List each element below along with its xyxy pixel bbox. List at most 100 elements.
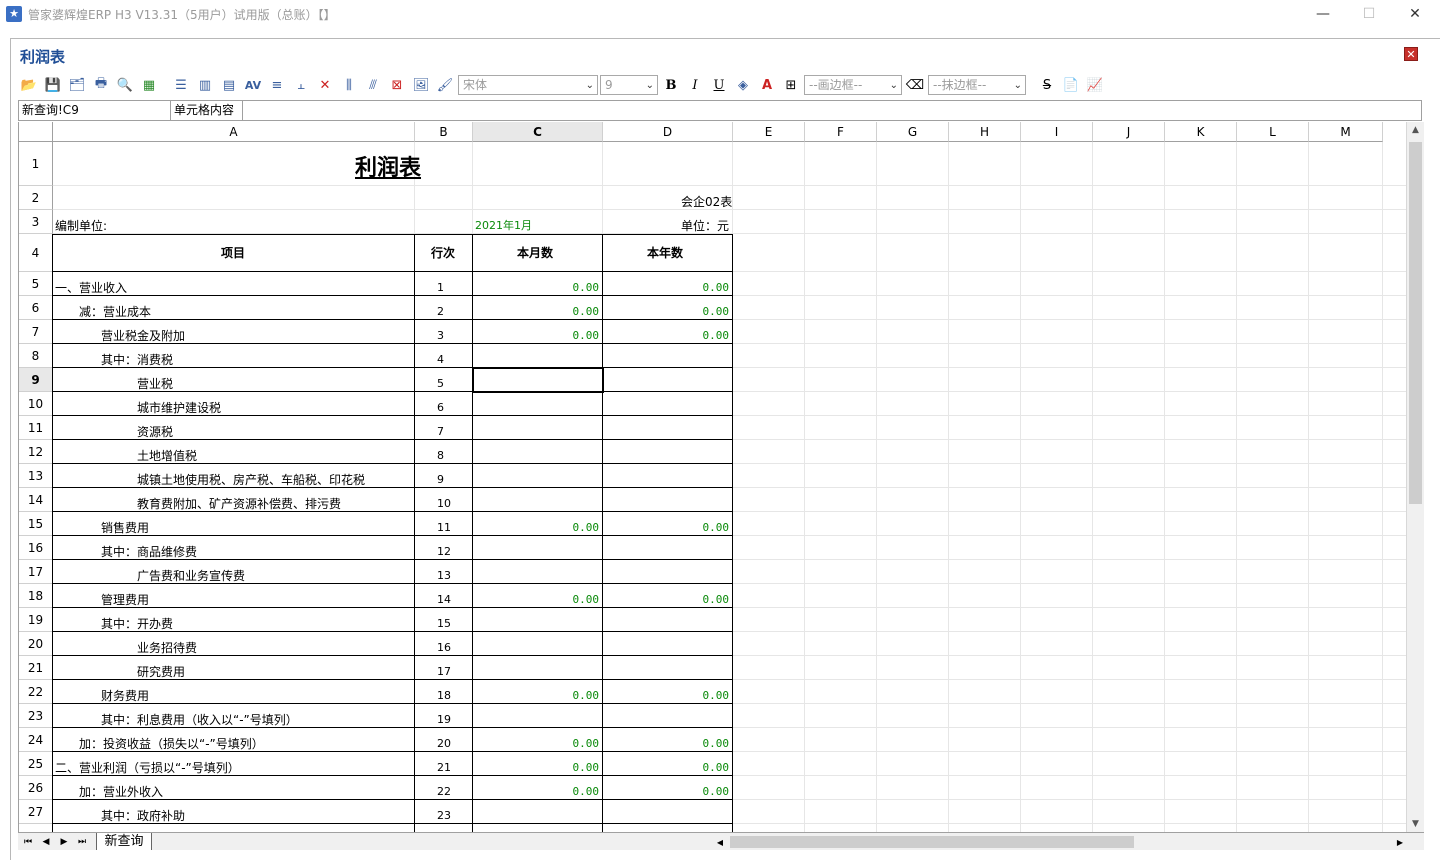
cell-reference[interactable]: 新查询!C9 [19, 101, 171, 120]
select-all-corner[interactable] [19, 122, 53, 142]
item-year-value[interactable]: 0.00 [603, 689, 730, 703]
row-header-4[interactable]: 4 [19, 234, 53, 272]
font-color-icon[interactable]: A [756, 74, 778, 96]
open-icon[interactable]: 📂 [18, 74, 40, 96]
row-header-1[interactable]: 1 [19, 142, 53, 186]
strikethrough-button[interactable]: S [1036, 74, 1058, 96]
italic-button[interactable]: I [684, 74, 706, 96]
column-header-e[interactable]: E [733, 122, 805, 142]
row-header-16[interactable]: 16 [19, 536, 53, 560]
item-year-value[interactable]: 0.00 [603, 305, 730, 319]
column-header-d[interactable]: D [603, 122, 733, 142]
save-icon[interactable]: 💾 [42, 74, 64, 96]
split-cells-icon[interactable]: ⫻ [362, 74, 384, 96]
row-header-2[interactable]: 2 [19, 186, 53, 210]
row-header-13[interactable]: 13 [19, 464, 53, 488]
last-sheet-icon[interactable]: ⏭ [74, 834, 90, 850]
letter-spacing-icon[interactable]: AV [242, 74, 264, 96]
column-header-a[interactable]: A [53, 122, 415, 142]
eraser-icon[interactable]: ⌫ [904, 74, 926, 96]
item-year-value[interactable]: 0.00 [603, 737, 730, 751]
print-preview-icon[interactable]: 🔍 [114, 74, 136, 96]
row-header-17[interactable]: 17 [19, 560, 53, 584]
report-close-button[interactable]: ✕ [1404, 47, 1418, 61]
item-month-value[interactable]: 0.00 [473, 305, 600, 319]
item-month-value[interactable]: 0.00 [473, 689, 600, 703]
row-header-11[interactable]: 11 [19, 416, 53, 440]
format-painter-icon[interactable]: 🖌 [434, 74, 456, 96]
horizontal-scroll-thumb[interactable] [730, 836, 1134, 848]
column-header-l[interactable]: L [1237, 122, 1309, 142]
erase-border-select[interactable]: --抹边框-- ⌄ [928, 75, 1026, 95]
next-sheet-icon[interactable]: ▶ [56, 834, 72, 850]
row-header-9[interactable]: 9 [19, 368, 53, 392]
font-size-select[interactable]: 9 ⌄ [600, 75, 658, 95]
insert-row-icon[interactable]: ☰ [170, 74, 192, 96]
scroll-down-icon[interactable]: ▼ [1407, 816, 1424, 832]
insert-image-icon[interactable]: 🖼 [410, 74, 432, 96]
row-header-26[interactable]: 26 [19, 776, 53, 800]
row-header-5[interactable]: 5 [19, 272, 53, 296]
item-year-value[interactable]: 0.00 [603, 593, 730, 607]
align-center-icon[interactable]: ≡ [266, 74, 288, 96]
item-year-value[interactable]: 0.00 [603, 281, 730, 295]
maximize-button[interactable]: ☐ [1346, 0, 1392, 28]
scroll-up-icon[interactable]: ▲ [1407, 122, 1424, 138]
vertical-scroll-thumb[interactable] [1409, 142, 1422, 504]
close-button[interactable]: ✕ [1392, 0, 1438, 28]
row-header-10[interactable]: 10 [19, 392, 53, 416]
merge-cells-icon[interactable]: ⫼ [338, 74, 360, 96]
sheet-tab-query[interactable]: 新查询 [96, 833, 152, 850]
item-month-value[interactable]: 0.00 [473, 737, 600, 751]
row-header-23[interactable]: 23 [19, 704, 53, 728]
cell-content-input[interactable] [243, 101, 1421, 120]
vertical-scrollbar[interactable]: ▲ ▼ [1406, 122, 1424, 832]
column-layout-icon[interactable]: ▤ [218, 74, 240, 96]
prev-sheet-icon[interactable]: ◀ [38, 834, 54, 850]
spreadsheet-grid[interactable]: A B C D E F G H I J K L M 1 2 3 4 5 6 7 8 9 10 11 12 13 14 15 16 17 18… [18, 122, 1424, 832]
item-month-value[interactable]: 0.00 [473, 785, 600, 799]
column-header-g[interactable]: G [877, 122, 949, 142]
row-header-18[interactable]: 18 [19, 584, 53, 608]
horizontal-scrollbar[interactable]: ◀ ▶ [712, 834, 1408, 850]
print-icon[interactable]: 🖶 [90, 74, 112, 96]
delete-row-icon[interactable]: ✕ [314, 74, 336, 96]
item-year-value[interactable]: 0.00 [603, 329, 730, 343]
item-year-value[interactable]: 0.00 [603, 761, 730, 775]
first-sheet-icon[interactable]: ⏮ [20, 834, 36, 850]
row-header-19[interactable]: 19 [19, 608, 53, 632]
row-header-24[interactable]: 24 [19, 728, 53, 752]
underline-button[interactable]: U [708, 74, 730, 96]
item-month-value[interactable]: 0.00 [473, 329, 600, 343]
row-header-8[interactable]: 8 [19, 344, 53, 368]
border-grid-icon[interactable]: ⊞ [780, 74, 802, 96]
selected-cell-c9[interactable] [472, 367, 604, 393]
column-header-f[interactable]: F [805, 122, 877, 142]
column-header-m[interactable]: M [1309, 122, 1383, 142]
align-bottom-icon[interactable]: ⫠ [290, 74, 312, 96]
delete-column-icon[interactable]: ⊠ [386, 74, 408, 96]
item-month-value[interactable]: 0.00 [473, 521, 600, 535]
row-header-12[interactable]: 12 [19, 440, 53, 464]
item-year-value[interactable]: 0.00 [603, 785, 730, 799]
row-header-21[interactable]: 21 [19, 656, 53, 680]
export-excel-icon[interactable]: ▦ [138, 74, 160, 96]
row-header-22[interactable]: 22 [19, 680, 53, 704]
item-month-value[interactable]: 0.00 [473, 281, 600, 295]
row-header-25[interactable]: 25 [19, 752, 53, 776]
row-header-3[interactable]: 3 [19, 210, 53, 234]
chart-icon[interactable]: 📈 [1084, 74, 1106, 96]
insert-column-icon[interactable]: ▥ [194, 74, 216, 96]
page-setup-icon[interactable]: 📄 [1060, 74, 1082, 96]
scroll-right-icon[interactable]: ▶ [1392, 835, 1408, 851]
font-name-select[interactable]: 宋体 ⌄ [458, 75, 598, 95]
item-year-value[interactable]: 0.00 [603, 521, 730, 535]
column-header-b[interactable]: B [415, 122, 473, 142]
column-header-i[interactable]: I [1021, 122, 1093, 142]
fill-color-icon[interactable]: ◈ [732, 74, 754, 96]
column-header-j[interactable]: J [1093, 122, 1165, 142]
scroll-left-icon[interactable]: ◀ [712, 835, 728, 851]
item-month-value[interactable]: 0.00 [473, 761, 600, 775]
column-header-k[interactable]: K [1165, 122, 1237, 142]
row-header-14[interactable]: 14 [19, 488, 53, 512]
